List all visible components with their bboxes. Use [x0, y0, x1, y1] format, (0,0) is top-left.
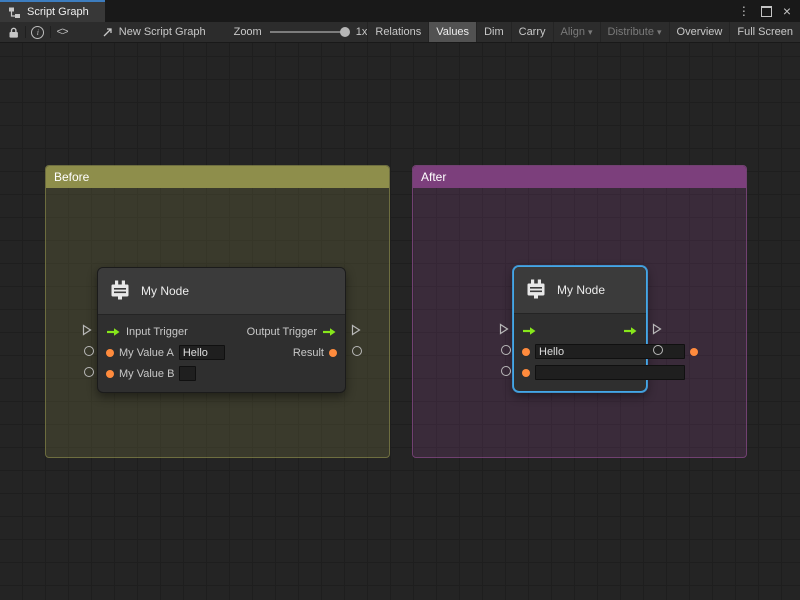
flow-out-port-icon[interactable]: [322, 327, 337, 337]
script-graph-window: Script Graph ⋮ × i <> New Script Grap: [0, 0, 800, 600]
value-b-input-port[interactable]: [501, 366, 511, 376]
value-b-field[interactable]: [179, 366, 196, 381]
align-dropdown[interactable]: Align ▾: [553, 22, 600, 43]
flow-output-port[interactable]: [351, 324, 361, 336]
zoom-control: Zoom 1x: [234, 26, 368, 38]
zoom-label: Zoom: [234, 26, 262, 38]
toolbar-separator: [50, 26, 51, 38]
graph-name-label: New Script Graph: [119, 26, 206, 38]
value-b-field[interactable]: [535, 365, 685, 380]
flow-out-port-icon[interactable]: [623, 326, 638, 336]
zoom-slider[interactable]: [270, 27, 348, 37]
kebab-menu-icon[interactable]: ⋮: [738, 5, 750, 17]
node-my-node-after[interactable]: My Node: [513, 266, 647, 392]
overview-button[interactable]: Overview: [669, 22, 730, 43]
value-a-port-icon[interactable]: [106, 349, 114, 357]
info-button[interactable]: i: [28, 22, 47, 43]
value-b-port-icon[interactable]: [522, 369, 530, 377]
graph-toolbar: i <> New Script Graph Zoom 1x Relations: [0, 22, 800, 43]
port-row-flow: Input Trigger Output Trigger: [98, 321, 345, 342]
flow-output-port[interactable]: [652, 323, 662, 335]
code-view-button[interactable]: <>: [52, 22, 71, 43]
flow-out-label: Output Trigger: [247, 326, 317, 338]
node-icon: [524, 277, 548, 304]
node-body: Input Trigger Output Trigger: [98, 315, 345, 392]
value-b-input-port[interactable]: [84, 367, 94, 377]
value-a-port-icon[interactable]: [522, 348, 530, 356]
value-b-port-icon[interactable]: [106, 370, 114, 378]
flow-in-label: Input Trigger: [126, 326, 188, 338]
port-row-flow: [514, 320, 646, 341]
value-a-label: My Value A: [119, 347, 174, 359]
relations-button[interactable]: Relations: [367, 22, 428, 43]
graph-canvas[interactable]: Before After: [0, 43, 800, 600]
script-graph-icon: [8, 6, 21, 19]
flow-in-port-icon[interactable]: [106, 327, 121, 337]
node-header[interactable]: My Node: [514, 267, 646, 314]
node-header[interactable]: My Node: [98, 268, 345, 315]
node-body: [514, 314, 646, 391]
toolbar-toggle-group: Relations Values Dim Carry Align ▾ Distr…: [367, 22, 800, 43]
result-label: Result: [293, 347, 324, 359]
port-row-value-b: [514, 362, 646, 383]
window-controls: ⋮ ×: [738, 0, 800, 22]
info-icon: i: [31, 26, 44, 39]
node-my-node-before[interactable]: My Node Input Trigger Output T: [97, 267, 346, 393]
port-row-value-a: My Value A Result: [98, 342, 345, 363]
tab-bar: Script Graph ⋮ ×: [0, 0, 800, 22]
node-icon: [108, 278, 132, 305]
result-output-port[interactable]: [653, 345, 663, 355]
node-title: My Node: [557, 283, 605, 297]
maximize-icon[interactable]: [761, 6, 772, 17]
group-before-header[interactable]: Before: [46, 166, 389, 188]
value-a-field[interactable]: [179, 345, 225, 360]
zoom-value: 1x: [356, 26, 368, 38]
result-port-icon[interactable]: [690, 348, 698, 356]
group-after-header[interactable]: After: [413, 166, 746, 188]
value-a-input-port[interactable]: [84, 346, 94, 356]
distribute-dropdown[interactable]: Distribute ▾: [600, 22, 669, 43]
dim-button[interactable]: Dim: [476, 22, 511, 43]
flow-input-port[interactable]: [82, 324, 92, 336]
carry-button[interactable]: Carry: [511, 22, 553, 43]
values-button[interactable]: Values: [428, 22, 476, 43]
flow-input-port[interactable]: [499, 323, 509, 335]
value-a-input-port[interactable]: [501, 345, 511, 355]
code-icon: <>: [57, 26, 68, 38]
group-after-title: After: [421, 170, 446, 184]
flow-in-port-icon[interactable]: [522, 326, 537, 336]
chevron-down-icon: ▾: [657, 27, 662, 38]
zoom-slider-track: [270, 31, 348, 33]
tab-script-graph[interactable]: Script Graph: [0, 0, 105, 22]
result-output-port[interactable]: [352, 346, 362, 356]
lock-button[interactable]: [4, 22, 23, 43]
group-before-title: Before: [54, 170, 89, 184]
full-screen-button[interactable]: Full Screen: [729, 22, 800, 43]
lock-icon: [8, 26, 19, 39]
graph-name-breadcrumb[interactable]: New Script Graph: [102, 26, 206, 38]
tab-title: Script Graph: [27, 6, 89, 18]
node-title: My Node: [141, 284, 189, 298]
value-b-label: My Value B: [119, 368, 174, 380]
toolbar-separator: [25, 26, 26, 38]
port-row-value-b: My Value B: [98, 363, 345, 384]
port-row-value-a: [514, 341, 646, 362]
chevron-down-icon: ▾: [588, 27, 593, 38]
close-icon[interactable]: ×: [783, 4, 791, 18]
graph-pointer-icon: [102, 26, 114, 38]
zoom-slider-knob[interactable]: [340, 27, 350, 37]
result-port-icon[interactable]: [329, 349, 337, 357]
